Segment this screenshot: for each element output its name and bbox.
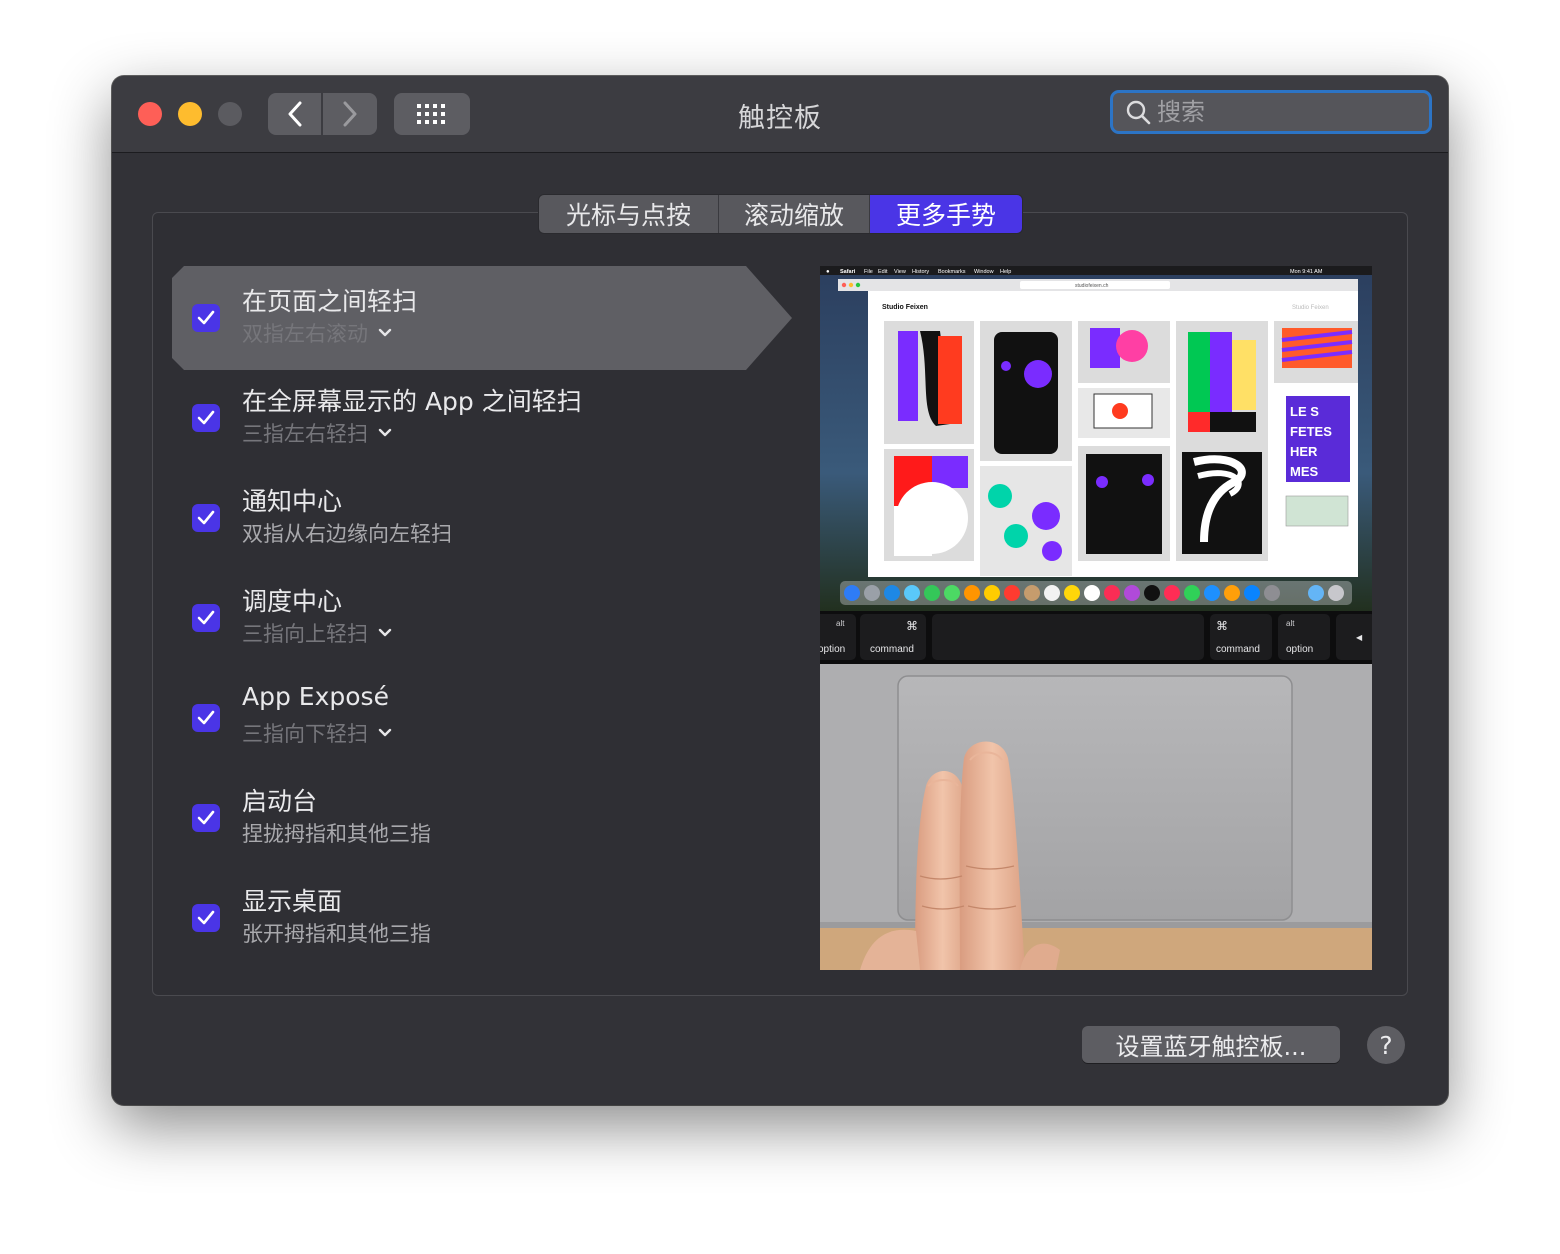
gesture-preview-video: ● Safari File Edit View History Bookmark… [820,266,1372,970]
checkmark-icon [197,810,215,825]
gesture-item-swipe-between-pages[interactable]: 在页面之间轻扫 双指左右滚动 [172,266,792,370]
preview-illustration: ● Safari File Edit View History Bookmark… [820,266,1372,970]
gesture-item-notification-center[interactable]: 通知中心 双指从右边缘向左轻扫 [172,466,792,570]
search-field[interactable] [1110,90,1432,134]
title-bar: 触控板 [112,76,1448,153]
gesture-subtitle: 张开拇指和其他三指 [242,922,431,946]
key-label: option [1286,644,1313,655]
key-label: command [1216,644,1260,655]
browser-url: studiofeixen.ch [1075,283,1109,289]
key-label: ⌘ [906,619,918,633]
gesture-dropdown[interactable]: 三指向下轻扫 [242,718,392,748]
gesture-title: 在全屏幕显示的 App 之间轻扫 [242,387,582,416]
gesture-item-mission-control[interactable]: 调度中心 三指向上轻扫 [172,566,792,670]
gesture-title: 启动台 [242,787,318,816]
checkmark-icon [197,310,215,325]
key-label: command [870,644,914,655]
gesture-title: 显示桌面 [242,887,343,916]
svg-text:◀: ◀ [1356,633,1363,642]
checkmark-icon [197,710,215,725]
tab-more-gestures[interactable]: 更多手势 [870,195,1022,233]
gesture-subtitle: 三指向上轻扫 [242,622,368,646]
setup-bluetooth-trackpad-button[interactable]: 设置蓝牙触控板... [1082,1026,1340,1063]
gesture-title: 调度中心 [242,587,343,616]
chevron-down-icon [378,328,392,337]
key-label: alt [1286,619,1295,628]
gesture-dropdown[interactable]: 双指左右滚动 [242,318,392,348]
gesture-item-launchpad[interactable]: 启动台 捏拢拇指和其他三指 [172,766,792,870]
menubar-item: Window [974,269,994,275]
site-title-right: Studio Feixen [1292,305,1329,311]
gesture-subtitle: 三指向下轻扫 [242,722,368,746]
checkmark-icon [197,910,215,925]
tab-scroll-and-zoom[interactable]: 滚动缩放 [719,195,870,233]
apple-logo-icon: ● [826,269,830,275]
chevron-down-icon [378,728,392,737]
checkbox[interactable] [192,404,220,432]
gesture-item-show-desktop[interactable]: 显示桌面 张开拇指和其他三指 [172,866,792,970]
chevron-down-icon [378,428,392,437]
search-input[interactable] [1155,97,1419,127]
gesture-subtitle: 捏拢拇指和其他三指 [242,822,431,846]
checkmark-icon [197,610,215,625]
checkbox[interactable] [192,604,220,632]
preferences-window: 触控板 光标与点按 滚动缩放 更多手势 在页面之间轻扫 双指左右滚动 在全屏幕显… [112,76,1448,1105]
gesture-dropdown[interactable]: 三指向上轻扫 [242,618,392,648]
menubar-item: History [912,269,929,275]
gesture-dropdown[interactable]: 三指左右轻扫 [242,418,392,448]
gesture-title: 通知中心 [242,487,343,516]
checkbox[interactable] [192,704,220,732]
svg-text:FETES: FETES [1290,424,1332,439]
checkmark-icon [197,410,215,425]
search-icon [1126,100,1151,125]
key-label: option [820,644,845,655]
checkbox[interactable] [192,304,220,332]
site-title: Studio Feixen [882,304,928,311]
gesture-item-swipe-between-apps[interactable]: 在全屏幕显示的 App 之间轻扫 三指左右轻扫 [172,366,792,470]
checkbox[interactable] [192,804,220,832]
svg-text:MES: MES [1290,464,1319,479]
menubar-item: File [864,269,873,275]
tab-bar: 光标与点按 滚动缩放 更多手势 [538,194,1023,234]
menubar-item: Safari [840,269,856,275]
checkbox[interactable] [192,904,220,932]
key-label: ⌘ [1216,619,1228,633]
gesture-item-app-expose[interactable]: App Exposé 三指向下轻扫 [172,666,792,770]
chevron-down-icon [378,628,392,637]
menubar-item: Bookmarks [938,269,966,275]
tab-point-and-click[interactable]: 光标与点按 [539,195,719,233]
key-label: alt [836,619,845,628]
gesture-subtitle: 双指左右滚动 [242,322,368,346]
checkmark-icon [197,510,215,525]
menubar-clock: Mon 9:41 AM [1290,269,1323,275]
menubar-item: Edit [878,269,888,275]
gesture-title: App Exposé [242,682,389,711]
svg-text:LE S: LE S [1290,404,1319,419]
gesture-title: 在页面之间轻扫 [242,287,418,316]
help-button[interactable]: ? [1367,1026,1405,1064]
menubar-item: Help [1000,269,1011,275]
svg-text:HER: HER [1290,444,1318,459]
checkbox[interactable] [192,504,220,532]
menubar-item: View [894,269,906,275]
gesture-subtitle: 双指从右边缘向左轻扫 [242,522,452,546]
gesture-subtitle: 三指左右轻扫 [242,422,368,446]
